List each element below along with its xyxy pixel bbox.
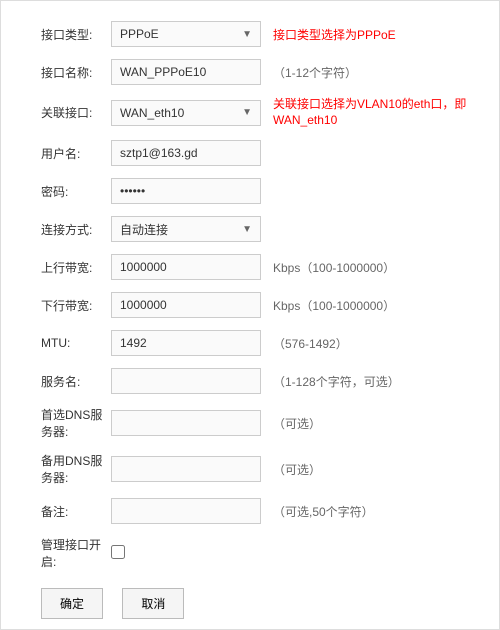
label-username: 用户名: bbox=[11, 145, 111, 162]
label-mgmt-enable: 管理接口开启: bbox=[11, 536, 111, 570]
label-assoc-interface: 关联接口: bbox=[11, 104, 111, 121]
input-remark[interactable] bbox=[111, 498, 261, 524]
label-mtu: MTU: bbox=[11, 336, 111, 350]
label-dns-primary: 首选DNS服务器: bbox=[11, 406, 111, 440]
hint-interface-type: 接口类型选择为PPPoE bbox=[261, 26, 396, 43]
button-row: 确定 取消 bbox=[11, 588, 489, 619]
hint-dns-primary: （可选） bbox=[261, 415, 321, 432]
input-mtu[interactable] bbox=[111, 330, 261, 356]
hint-downstream: Kbps（100-1000000） bbox=[261, 297, 395, 314]
label-connect-mode: 连接方式: bbox=[11, 221, 111, 238]
cancel-button[interactable]: 取消 bbox=[122, 588, 184, 619]
row-username: 用户名: bbox=[11, 140, 489, 166]
label-service: 服务名: bbox=[11, 373, 111, 390]
row-dns-secondary: 备用DNS服务器: （可选） bbox=[11, 452, 489, 486]
hint-assoc-interface: 关联接口选择为VLAN10的eth口，即WAN_eth10 bbox=[261, 97, 489, 128]
select-assoc-interface[interactable]: WAN_eth10 ▼ bbox=[111, 100, 261, 126]
row-mtu: MTU: （576-1492） bbox=[11, 330, 489, 356]
input-password[interactable] bbox=[111, 178, 261, 204]
row-password: 密码: bbox=[11, 178, 489, 204]
row-interface-name: 接口名称: （1-12个字符） bbox=[11, 59, 489, 85]
input-service[interactable] bbox=[111, 368, 261, 394]
chevron-down-icon: ▼ bbox=[242, 107, 252, 118]
label-upstream: 上行带宽: bbox=[11, 259, 111, 276]
input-username[interactable] bbox=[111, 140, 261, 166]
label-dns-secondary: 备用DNS服务器: bbox=[11, 452, 111, 486]
row-downstream: 下行带宽: Kbps（100-1000000） bbox=[11, 292, 489, 318]
row-connect-mode: 连接方式: 自动连接 ▼ bbox=[11, 216, 489, 242]
label-interface-type: 接口类型: bbox=[11, 26, 111, 43]
row-interface-type: 接口类型: PPPoE ▼ 接口类型选择为PPPoE bbox=[11, 21, 489, 47]
hint-dns-secondary: （可选） bbox=[261, 461, 321, 478]
input-dns-primary[interactable] bbox=[111, 410, 261, 436]
input-downstream[interactable] bbox=[111, 292, 261, 318]
chevron-down-icon: ▼ bbox=[242, 29, 252, 40]
row-assoc-interface: 关联接口: WAN_eth10 ▼ 关联接口选择为VLAN10的eth口，即WA… bbox=[11, 97, 489, 128]
label-remark: 备注: bbox=[11, 503, 111, 520]
select-assoc-interface-value: WAN_eth10 bbox=[120, 106, 184, 120]
hint-interface-name: （1-12个字符） bbox=[261, 64, 357, 81]
chevron-down-icon: ▼ bbox=[242, 224, 252, 235]
hint-remark: （可选,50个字符） bbox=[261, 503, 374, 520]
select-interface-type-value: PPPoE bbox=[120, 27, 159, 41]
row-upstream: 上行带宽: Kbps（100-1000000） bbox=[11, 254, 489, 280]
row-remark: 备注: （可选,50个字符） bbox=[11, 498, 489, 524]
label-interface-name: 接口名称: bbox=[11, 64, 111, 81]
hint-upstream: Kbps（100-1000000） bbox=[261, 259, 395, 276]
select-connect-mode[interactable]: 自动连接 ▼ bbox=[111, 216, 261, 242]
label-downstream: 下行带宽: bbox=[11, 297, 111, 314]
label-password: 密码: bbox=[11, 183, 111, 200]
input-interface-name[interactable] bbox=[111, 59, 261, 85]
row-mgmt-enable: 管理接口开启: bbox=[11, 536, 489, 570]
row-service: 服务名: （1-128个字符，可选） bbox=[11, 368, 489, 394]
select-connect-mode-value: 自动连接 bbox=[120, 221, 168, 238]
input-dns-secondary[interactable] bbox=[111, 456, 261, 482]
ok-button[interactable]: 确定 bbox=[41, 588, 103, 619]
hint-service: （1-128个字符，可选） bbox=[261, 373, 400, 390]
select-interface-type[interactable]: PPPoE ▼ bbox=[111, 21, 261, 47]
checkbox-mgmt-enable[interactable] bbox=[111, 545, 125, 559]
row-dns-primary: 首选DNS服务器: （可选） bbox=[11, 406, 489, 440]
input-upstream[interactable] bbox=[111, 254, 261, 280]
hint-mtu: （576-1492） bbox=[261, 335, 348, 352]
